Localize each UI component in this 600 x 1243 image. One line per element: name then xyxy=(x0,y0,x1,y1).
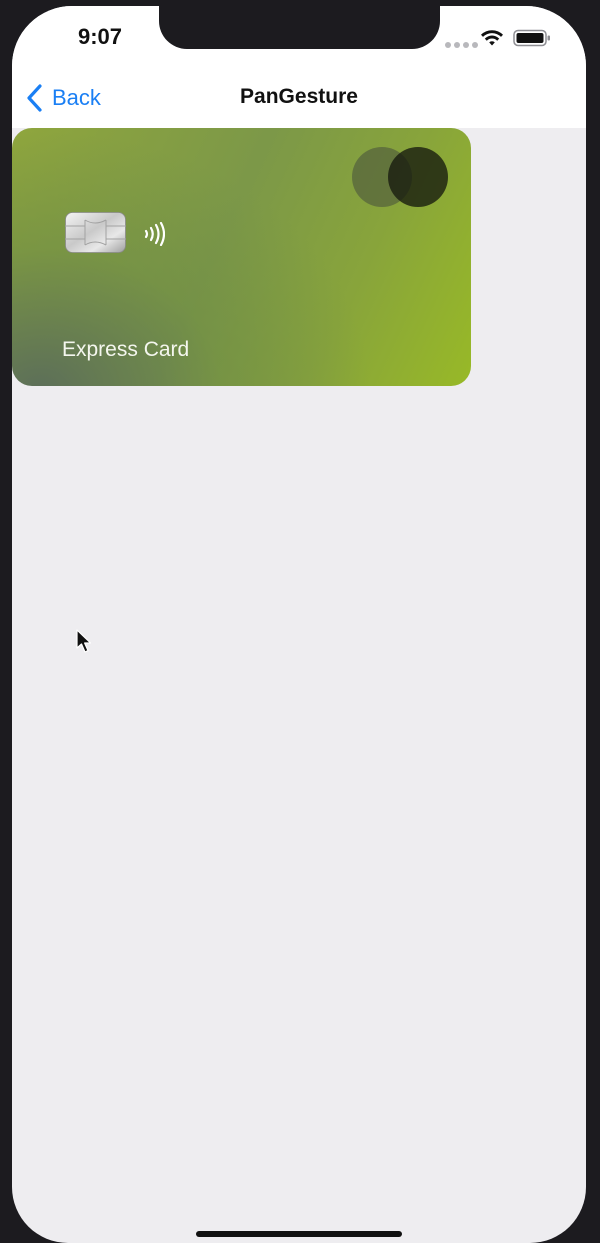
notch xyxy=(159,6,440,49)
wifi-icon xyxy=(481,30,503,46)
card-brand-circle-right-icon xyxy=(388,147,448,207)
home-indicator[interactable] xyxy=(196,1231,402,1237)
card-label: Express Card xyxy=(62,338,190,361)
contactless-icon xyxy=(144,222,165,246)
mouse-pointer-icon xyxy=(76,629,92,653)
express-card[interactable]: Express Card xyxy=(12,128,471,386)
card-chip-icon xyxy=(65,212,126,253)
battery-icon xyxy=(513,29,550,47)
status-time: 9:07 xyxy=(77,24,123,49)
navigation-bar: 9:07 Back PanGesture xyxy=(12,6,586,128)
screen: 9:07 Back PanGesture Express Card xyxy=(12,6,586,1243)
signal-dots-icon xyxy=(445,42,478,48)
page-title: PanGesture xyxy=(240,85,358,108)
device-frame: 9:07 Back PanGesture Express Card xyxy=(0,0,600,1243)
